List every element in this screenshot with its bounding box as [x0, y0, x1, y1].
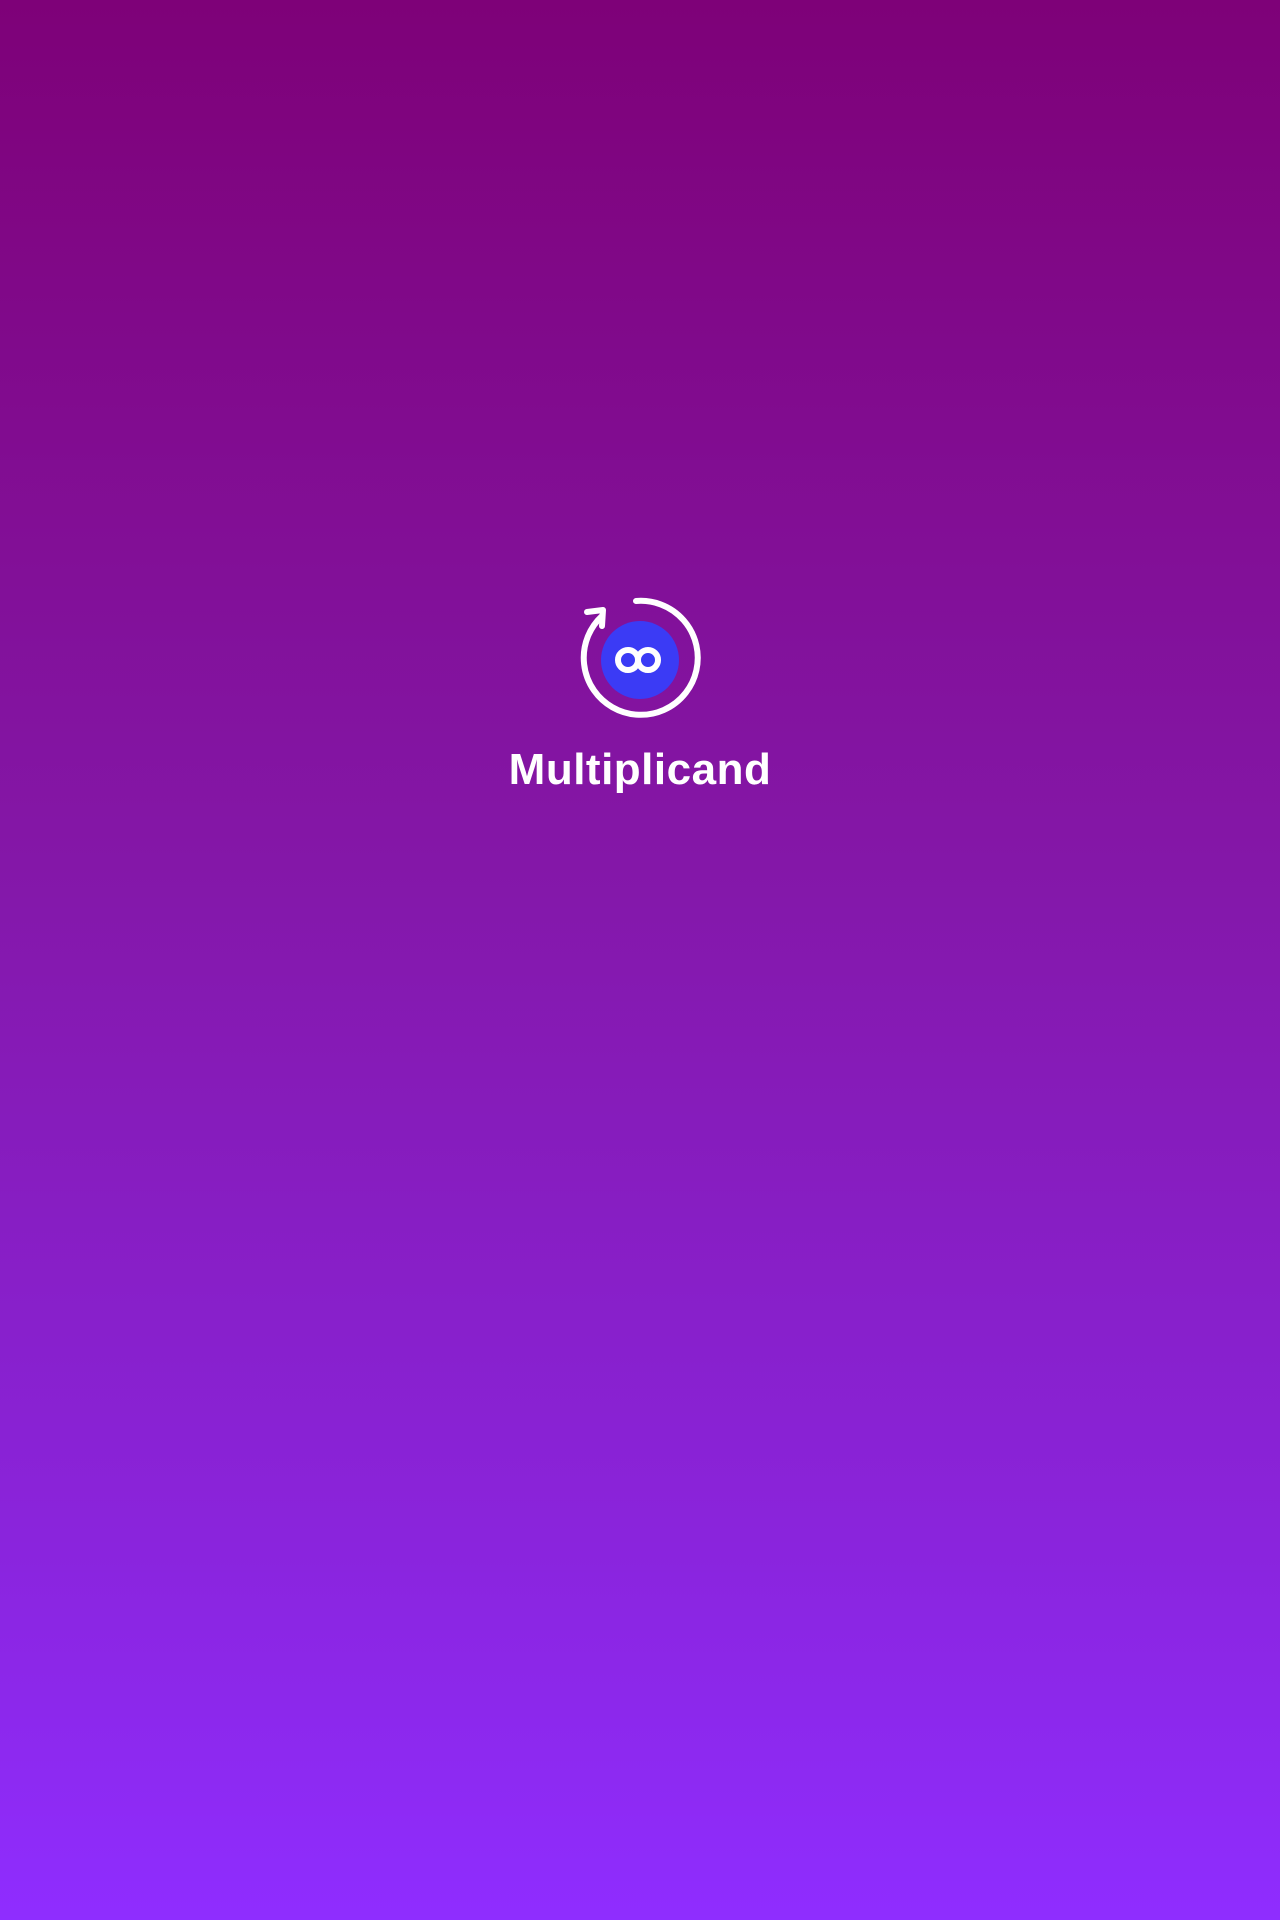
infinity-refresh-icon — [580, 597, 701, 718]
splash-screen: Multiplicand — [0, 0, 1280, 1920]
app-logo — [576, 596, 704, 724]
app-name: Multiplicand — [508, 745, 772, 794]
